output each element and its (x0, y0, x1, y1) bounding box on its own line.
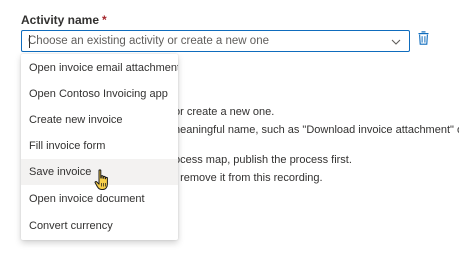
help-text-line-4: / remove it from this recording. (174, 172, 323, 184)
text-caret (29, 35, 30, 48)
activity-name-input[interactable] (28, 33, 378, 49)
help-text-line-2: neaningful name, such as "Download invoi… (174, 124, 459, 136)
activity-name-combobox[interactable] (21, 30, 410, 52)
chevron-down-icon (391, 32, 401, 50)
dropdown-option[interactable]: Open invoice email attachment (21, 55, 178, 81)
help-text-line-1: or create a new one. (174, 106, 275, 118)
activity-name-label: Activity name * (21, 12, 107, 28)
dropdown-option[interactable]: Fill invoice form (21, 133, 178, 159)
dropdown-option[interactable]: Create new invoice (21, 107, 178, 133)
dropdown-option-hovered[interactable]: Save invoice (21, 159, 178, 185)
dropdown-option[interactable]: Open invoice document (21, 186, 178, 212)
dropdown-toggle-button[interactable] (387, 32, 405, 50)
required-indicator: * (102, 13, 107, 27)
activity-name-label-text: Activity name (21, 13, 100, 27)
dropdown-option[interactable]: Open Contoso Invoicing app (21, 81, 178, 107)
help-text-line-3: ocess map, publish the process first. (174, 154, 352, 166)
dropdown-option[interactable]: Convert currency (21, 213, 178, 239)
trash-icon (418, 30, 429, 50)
delete-activity-button[interactable] (416, 30, 430, 50)
activity-name-panel: Activity name* or create a new one. nean… (0, 0, 459, 253)
activity-dropdown-list: Open invoice email attachment Open Conto… (21, 54, 178, 240)
